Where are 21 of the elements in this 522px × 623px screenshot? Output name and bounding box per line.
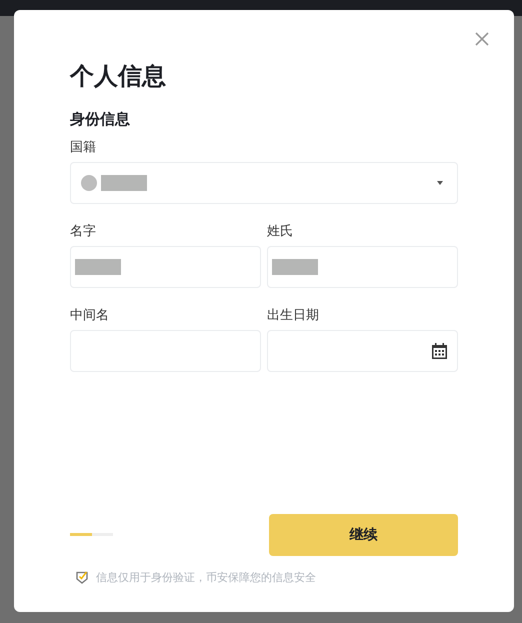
field-label: 国籍	[70, 138, 97, 156]
close-icon[interactable]	[475, 32, 489, 46]
select-field[interactable]	[70, 162, 458, 204]
redacted-value	[272, 259, 318, 275]
redacted-value	[101, 175, 147, 191]
field-label: 出生日期	[267, 306, 320, 324]
input-field[interactable]	[267, 246, 458, 288]
input-field[interactable]	[70, 246, 261, 288]
dialog-title: 个人信息	[70, 62, 167, 92]
shield-check-icon	[76, 571, 88, 584]
section-title: 身份信息	[70, 110, 131, 130]
security-notice: 信息仅用于身份验证，币安保障您的信息安全	[96, 570, 316, 586]
caret-icon	[437, 181, 443, 185]
field-label: 姓氏	[267, 222, 294, 240]
continue-button[interactable]: 继续	[269, 514, 458, 556]
flag-icon	[81, 175, 97, 191]
field-label: 中间名	[70, 306, 110, 324]
field-label: 名字	[70, 222, 97, 240]
date-field[interactable]	[267, 330, 458, 372]
redacted-value	[75, 259, 121, 275]
calendar-icon	[432, 343, 447, 359]
